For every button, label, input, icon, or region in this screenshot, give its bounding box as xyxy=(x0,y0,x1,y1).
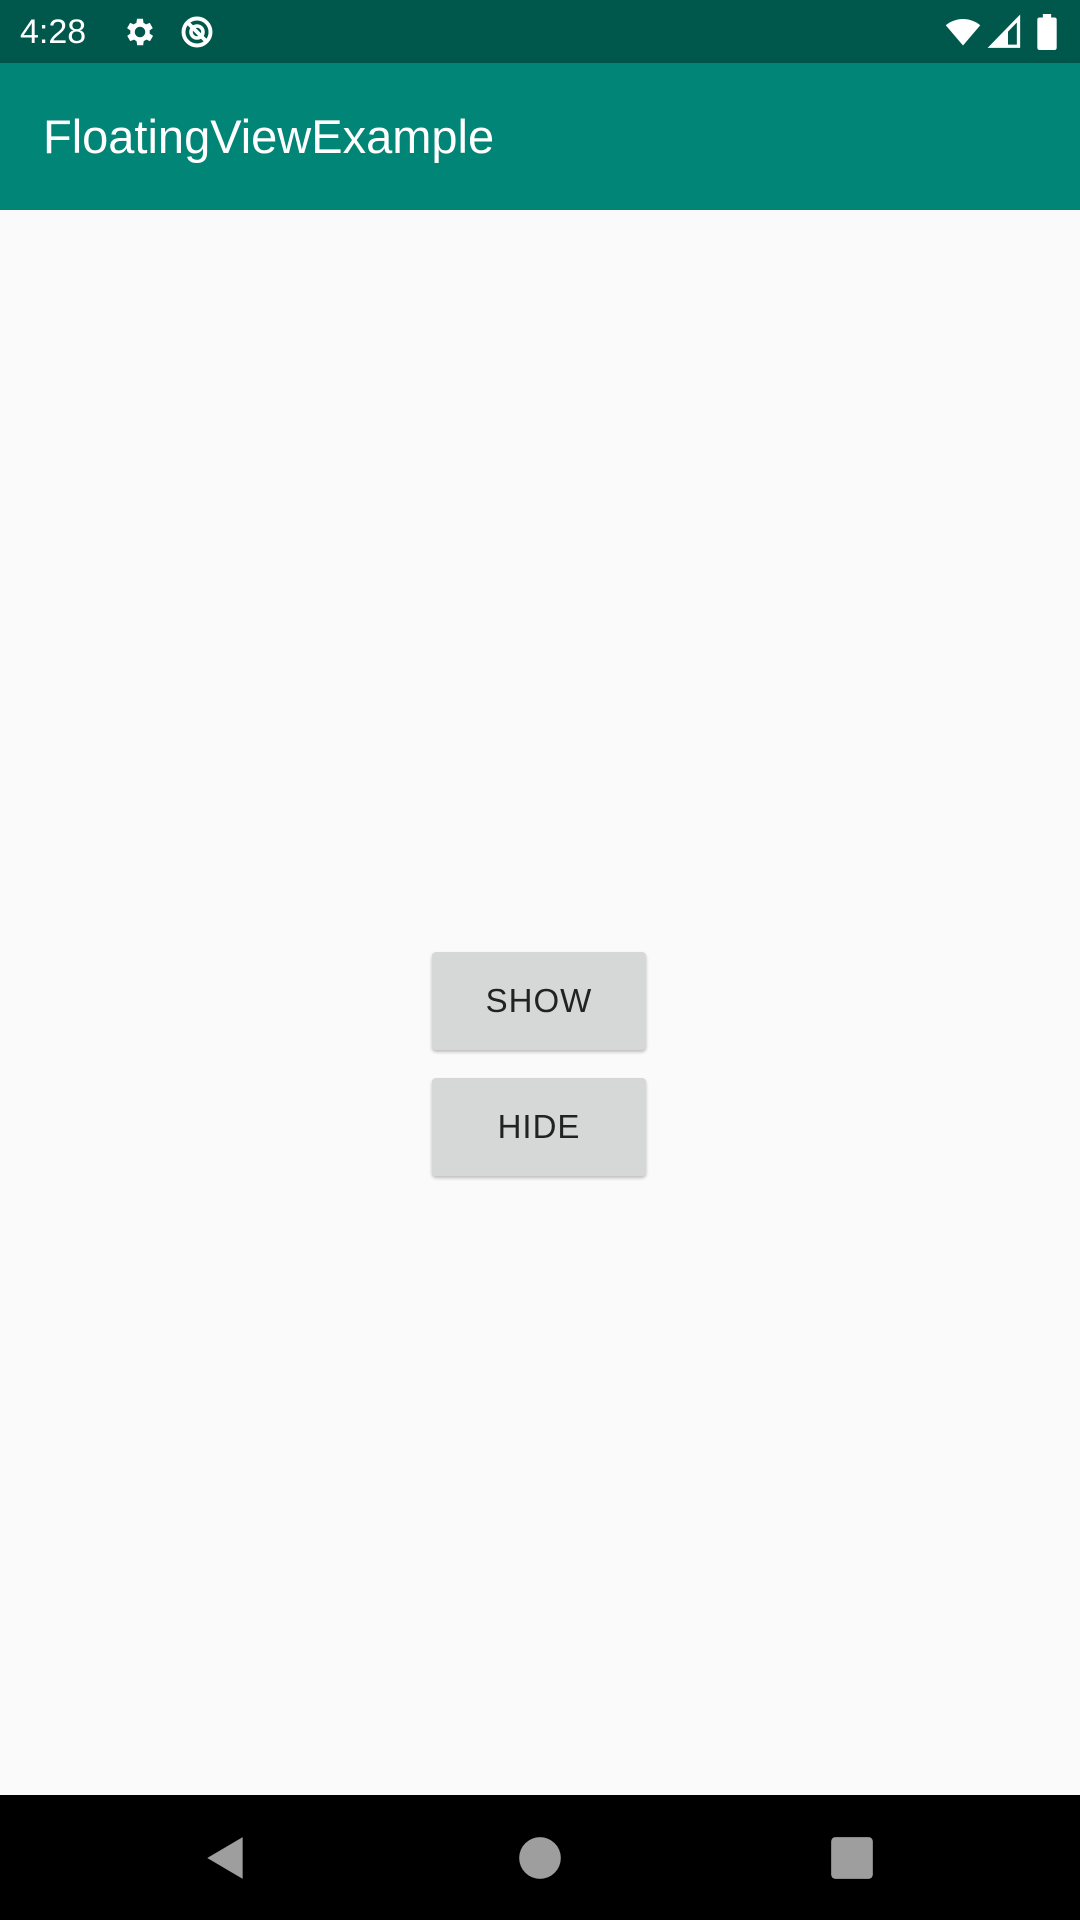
recents-icon[interactable] xyxy=(827,1833,877,1883)
status-time: 4:28 xyxy=(20,13,87,51)
status-bar: 4:28 xyxy=(0,0,1080,63)
sync-icon xyxy=(179,14,215,50)
wifi-icon xyxy=(945,14,981,50)
main-content: SHOW HIDE xyxy=(0,210,1080,1795)
show-button[interactable]: SHOW xyxy=(432,952,646,1050)
home-icon[interactable] xyxy=(515,1833,565,1883)
app-title: FloatingViewExample xyxy=(43,110,495,163)
app-bar: FloatingViewExample xyxy=(0,63,1080,210)
nav-bar xyxy=(0,1795,1080,1920)
battery-icon xyxy=(1034,14,1060,50)
signal-icon xyxy=(987,14,1023,50)
settings-icon xyxy=(122,14,158,50)
screen: 4:28 FloatingViewExample SHOW HIDE xyxy=(0,0,1080,1920)
hide-button[interactable]: HIDE xyxy=(432,1078,646,1176)
back-icon[interactable] xyxy=(201,1833,251,1883)
